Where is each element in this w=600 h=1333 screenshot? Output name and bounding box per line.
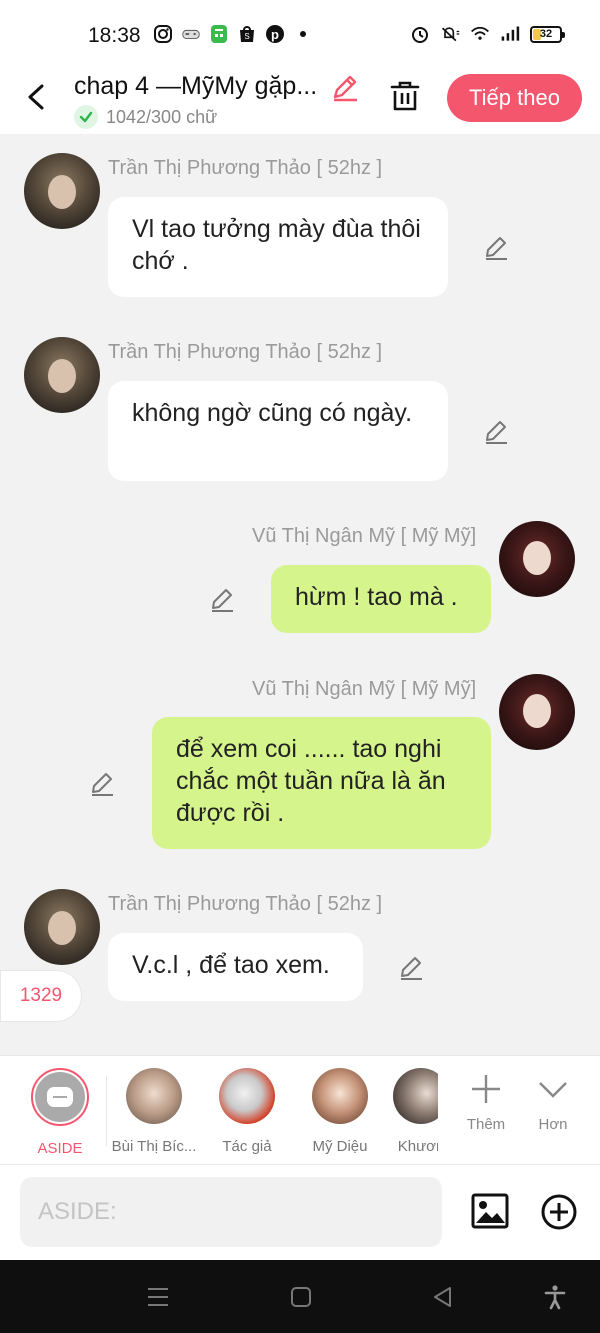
character-label: ASIDE: [37, 1140, 83, 1157]
avatar[interactable]: [499, 674, 575, 750]
signal-icon: [500, 24, 520, 44]
delete-button[interactable]: [387, 78, 423, 114]
add-button[interactable]: [540, 1193, 578, 1231]
message-bubble[interactable]: Vl tao tưởng mày đùa thôi chớ .: [108, 197, 448, 297]
word-count-text: 1042/300 chữ: [106, 106, 218, 127]
character-item[interactable]: Khươn: [378, 1068, 438, 1155]
trash-icon: [390, 81, 420, 111]
pinterest-icon: p: [265, 24, 285, 44]
battery-level: 32: [539, 28, 553, 40]
expand-button[interactable]: Hơn: [523, 1072, 583, 1133]
back-triangle-icon: [434, 1287, 451, 1307]
avatar: [219, 1068, 275, 1124]
home-square-icon: [291, 1287, 311, 1307]
accessibility-button[interactable]: [542, 1284, 568, 1310]
check-icon: [74, 105, 98, 129]
accessibility-icon: [544, 1285, 566, 1310]
message-bubble[interactable]: hừm ! tao mà .: [271, 565, 491, 633]
message-bubble[interactable]: để xem coi ...... tao nghi chắc một tuần…: [152, 717, 491, 849]
menu-icon: [148, 1288, 168, 1306]
back-button[interactable]: [20, 80, 54, 114]
edit-title-button[interactable]: [330, 72, 360, 102]
character-label: Khươn: [397, 1138, 438, 1155]
editor-header: chap 4 —MỹMy gặp... 1042/300 chữ Tiếp th…: [0, 70, 600, 134]
character-item[interactable]: Tác giả: [202, 1068, 292, 1155]
pencil-icon: [92, 773, 113, 796]
message-bubble[interactable]: không ngờ cũng có ngày.: [108, 381, 448, 481]
dot-icon: [293, 24, 313, 44]
pencil-icon: [486, 237, 507, 260]
chapter-title[interactable]: chap 4 —MỹMy gặp...: [74, 72, 326, 101]
svg-text:p: p: [271, 27, 279, 42]
back-arrow-icon: [28, 84, 44, 110]
wifi-icon: [470, 24, 490, 44]
sender-name: Trần Thị Phương Thảo [ 52hz ]: [108, 341, 383, 363]
character-label: Tác giả: [222, 1138, 272, 1155]
battery-icon: 32: [530, 25, 565, 43]
game-controller-icon: [181, 24, 201, 44]
input-bar: [0, 1165, 600, 1260]
plus-circle-icon: [541, 1194, 577, 1230]
edit-message-button[interactable]: [482, 417, 510, 445]
image-icon: [471, 1193, 509, 1229]
tool-label: Thêm: [466, 1116, 506, 1133]
avatar: [312, 1068, 368, 1124]
status-bar: 18:38 S p 32: [0, 0, 600, 70]
divider: [106, 1076, 107, 1146]
system-nav-bar: [0, 1260, 600, 1333]
character-item[interactable]: Mỹ Diệu: [295, 1068, 385, 1155]
status-time: 18:38: [88, 24, 141, 47]
pencil-icon: [333, 75, 357, 102]
svg-text:S: S: [244, 32, 249, 41]
pencil-icon: [401, 957, 422, 980]
character-item[interactable]: Bùi Thị Bíc...: [109, 1068, 199, 1155]
avatar[interactable]: [24, 889, 100, 965]
avatar[interactable]: [499, 521, 575, 597]
aside-avatar: [31, 1068, 89, 1126]
pencil-icon: [212, 589, 233, 612]
sender-name: Trần Thị Phương Thảo [ 52hz ]: [108, 893, 383, 915]
add-character-button[interactable]: Thêm: [456, 1072, 516, 1133]
system-icons: 32: [410, 24, 565, 44]
message-input[interactable]: [20, 1177, 442, 1247]
menu-button[interactable]: [145, 1284, 171, 1310]
message-bubble[interactable]: V.c.l , để tao xem.: [108, 933, 363, 1001]
avatar: [126, 1068, 182, 1124]
character-bar: ASIDE Bùi Thị Bíc... Tác giả Mỹ Diệu Khư…: [0, 1055, 600, 1165]
chevron-down-icon: [539, 1082, 567, 1098]
character-label: Bùi Thị Bíc...: [111, 1138, 197, 1155]
pencil-icon: [486, 421, 507, 444]
edit-message-button[interactable]: [482, 233, 510, 261]
sender-name: Vũ Thị Ngân Mỹ [ Mỹ Mỹ]: [252, 678, 477, 700]
edit-message-button[interactable]: [397, 953, 425, 981]
message-count-badge[interactable]: 1329: [0, 970, 82, 1022]
alarm-icon: [410, 24, 430, 44]
next-button[interactable]: Tiếp theo: [447, 74, 582, 122]
back-nav-button[interactable]: [430, 1284, 456, 1310]
sender-name: Vũ Thị Ngân Mỹ [ Mỹ Mỹ]: [252, 525, 477, 547]
edit-message-button[interactable]: [208, 585, 236, 613]
plus-icon: [472, 1075, 500, 1103]
chat-bubble-icon: [47, 1087, 73, 1107]
avatar[interactable]: [24, 153, 100, 229]
word-count: 1042/300 chữ: [74, 105, 217, 129]
avatar[interactable]: [24, 337, 100, 413]
character-label: Mỹ Diệu: [312, 1138, 368, 1155]
notification-icons: S p: [153, 24, 313, 44]
home-button[interactable]: [288, 1284, 314, 1310]
tool-label: Hơn: [538, 1116, 568, 1133]
shopping-bag-icon: S: [237, 24, 257, 44]
character-aside[interactable]: ASIDE: [15, 1068, 105, 1157]
instagram-icon: [153, 24, 173, 44]
calculator-app-icon: [209, 24, 229, 44]
avatar: [393, 1068, 438, 1124]
insert-image-button[interactable]: [470, 1191, 510, 1231]
edit-message-button[interactable]: [88, 769, 116, 797]
sender-name: Trần Thị Phương Thảo [ 52hz ]: [108, 157, 383, 179]
mute-icon: [440, 24, 460, 44]
